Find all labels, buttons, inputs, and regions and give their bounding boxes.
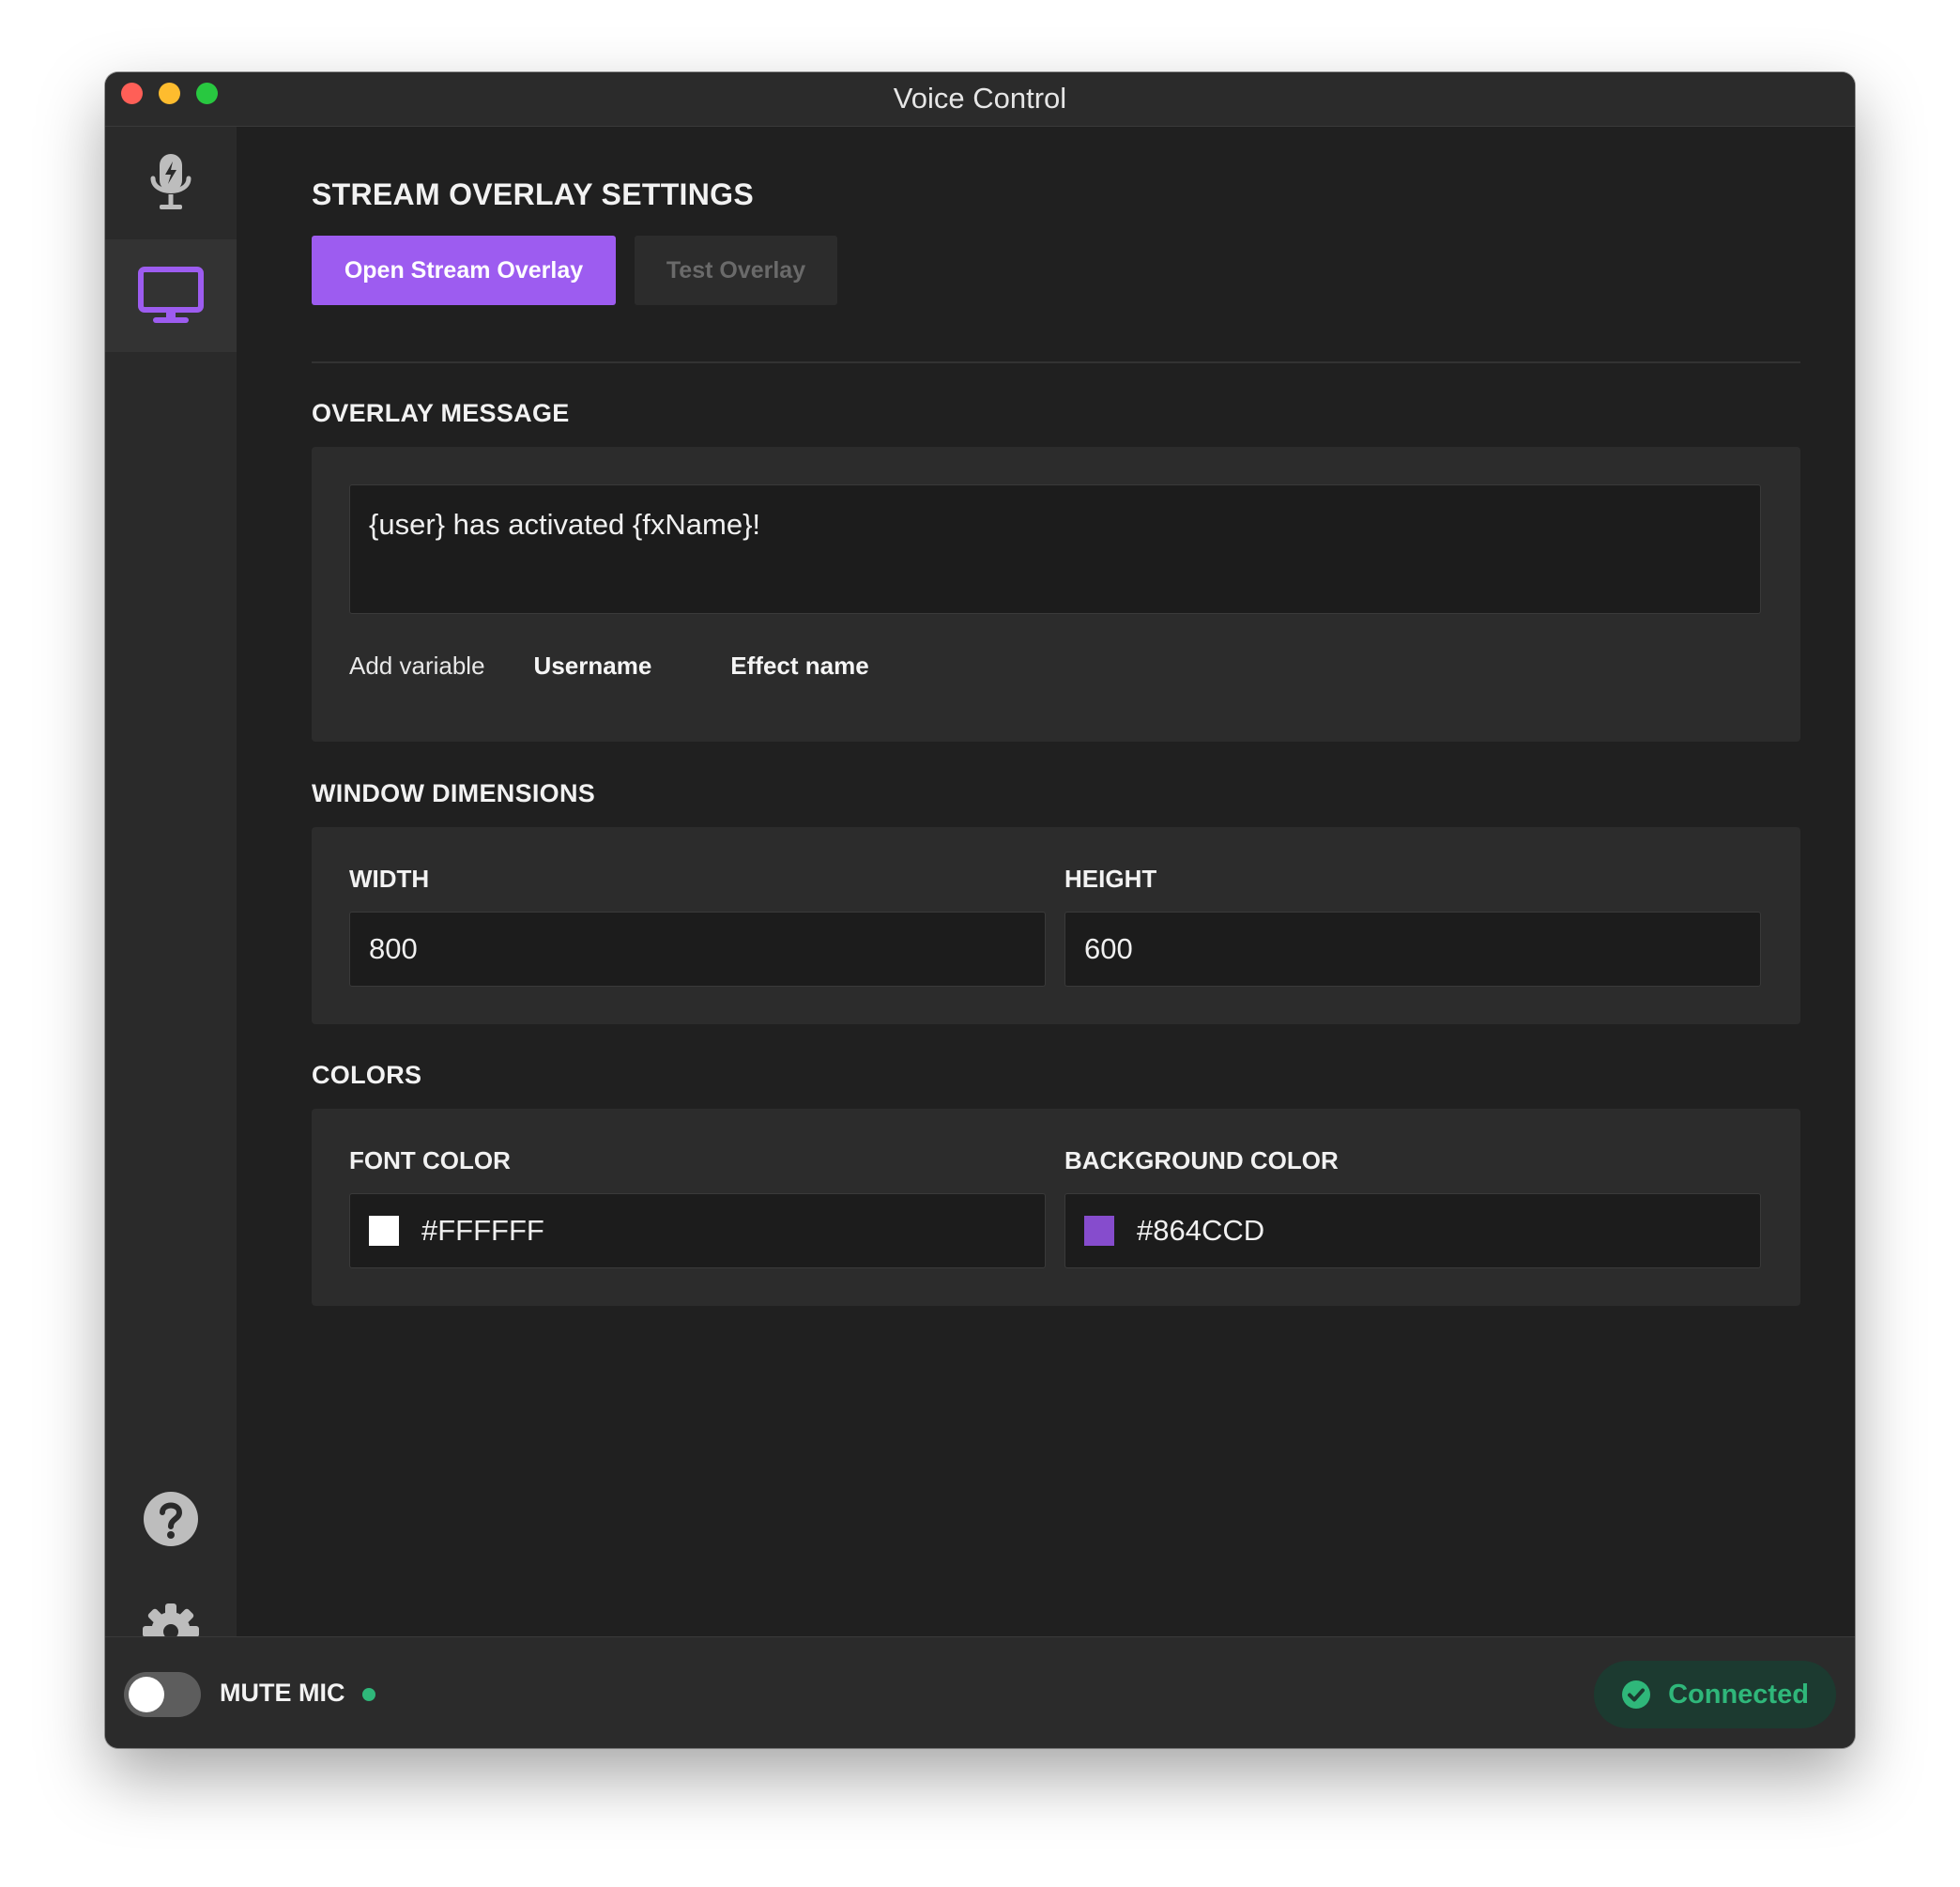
window-dimensions-title: WINDOW DIMENSIONS [312,779,596,807]
background-color-swatch[interactable] [1084,1216,1114,1246]
monitor-icon [138,267,204,323]
background-color-value: #864CCD [1137,1214,1265,1247]
overlay-message-title: OVERLAY MESSAGE [312,399,570,427]
font-color-swatch[interactable] [369,1216,399,1246]
effect-name-variable-button[interactable]: Effect name [730,652,868,681]
mute-mic-toggle[interactable] [124,1672,201,1717]
window-title: Voice Control [893,82,1067,115]
font-color-value: #FFFFFF [421,1214,544,1247]
connection-status-badge: Connected [1594,1661,1836,1728]
page-title: STREAM OVERLAY SETTINGS [312,177,754,211]
height-value: 600 [1084,932,1133,965]
height-label: HEIGHT [1064,865,1157,893]
status-bar: MUTE MIC Connected [105,1636,1855,1748]
connection-status-label: Connected [1668,1679,1809,1710]
sidebar-item-help[interactable] [105,1463,237,1575]
width-input[interactable]: 800 [349,912,1046,987]
width-value: 800 [369,932,418,965]
main-content: STREAM OVERLAY SETTINGS Open Stream Over… [237,127,1855,1636]
add-variable-row: Add variable Username Effect name [349,652,869,681]
test-overlay-button[interactable]: Test Overlay [635,236,837,305]
background-color-input[interactable]: #864CCD [1064,1193,1761,1268]
colors-panel: FONT COLOR #FFFFFF BACKGROUND COLOR #864… [312,1109,1800,1306]
font-color-input[interactable]: #FFFFFF [349,1193,1046,1268]
sidebar-item-overlay[interactable] [105,239,237,352]
font-color-label: FONT COLOR [349,1146,511,1174]
toggle-knob [129,1677,164,1712]
overlay-message-input[interactable]: {user} has activated {fxName}! [349,484,1761,614]
open-stream-overlay-button[interactable]: Open Stream Overlay [312,236,616,305]
mute-mic-label: MUTE MIC [220,1679,345,1707]
title-bar: Voice Control [105,72,1855,127]
sidebar-item-voice[interactable] [105,127,237,239]
window-dimensions-panel: WIDTH 800 HEIGHT 600 [312,827,1800,1024]
app-window: Voice Control STREAM OVERLAY SETTINGS Op… [105,72,1855,1748]
mic-status-dot [362,1688,375,1701]
section-divider [312,361,1800,363]
add-variable-label: Add variable [349,652,485,680]
username-variable-button[interactable]: Username [534,652,652,681]
help-icon [144,1492,198,1546]
sidebar [105,127,237,1660]
width-label: WIDTH [349,865,430,893]
background-color-label: BACKGROUND COLOR [1064,1146,1339,1174]
microphone-icon [150,154,191,209]
check-circle-icon [1622,1680,1651,1709]
height-input[interactable]: 600 [1064,912,1761,987]
colors-title: COLORS [312,1061,422,1089]
overlay-message-panel: {user} has activated {fxName}! Add varia… [312,447,1800,742]
